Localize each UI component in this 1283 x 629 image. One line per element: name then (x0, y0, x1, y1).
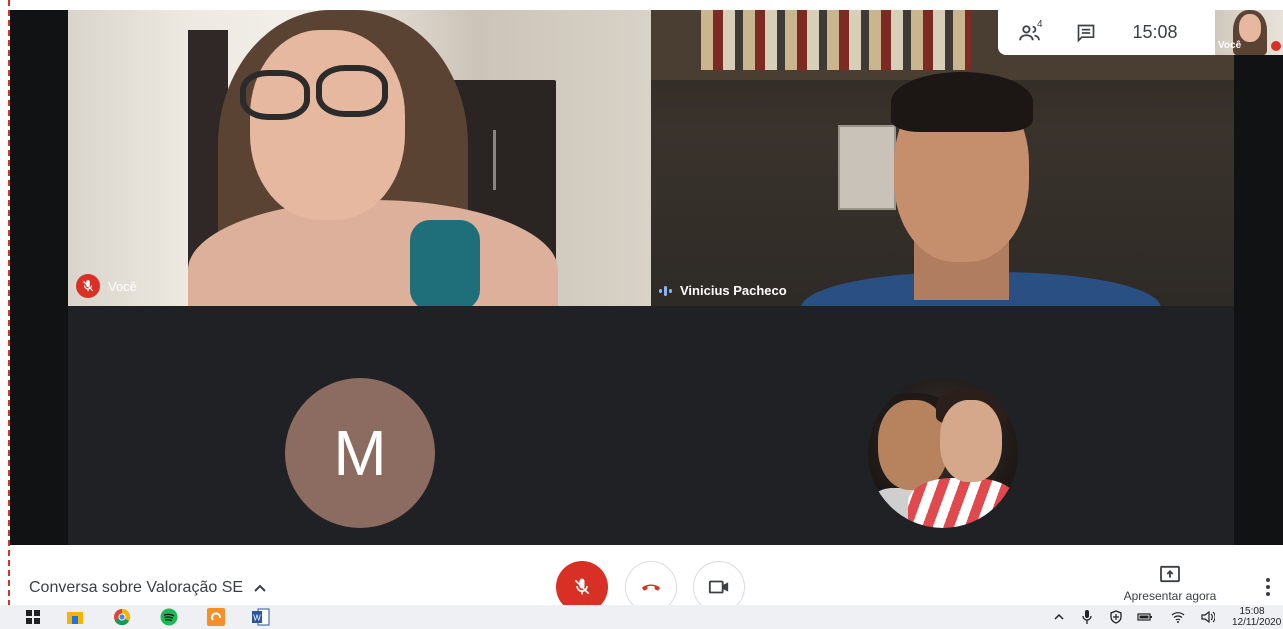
participant-count: 4 (1037, 19, 1043, 30)
present-now-button[interactable]: Apresentar agora (1110, 565, 1230, 603)
glasses-right-lens (316, 65, 388, 117)
participant-hair (891, 72, 1033, 132)
speaking-indicator-icon (659, 285, 672, 296)
background-books (701, 10, 971, 70)
background-poster (838, 125, 896, 210)
meeting-controls-bar: Conversa sobre Valoração SE Apresentar a… (10, 545, 1283, 613)
tray-overflow-chevron-icon[interactable] (1052, 608, 1066, 626)
tray-security-icon[interactable] (1108, 608, 1124, 626)
taskbar-time: 15:08 (1239, 606, 1265, 617)
self-view-label: Você (1218, 40, 1242, 51)
tile-name-row: Vinicius Pacheco (659, 283, 787, 298)
video-tile-self[interactable]: Você (68, 10, 651, 306)
app-orange-icon[interactable] (207, 608, 225, 626)
phone-hangup-icon (641, 584, 661, 591)
present-now-label: Apresentar agora (1123, 589, 1217, 603)
glasses-left-lens (240, 70, 310, 120)
present-screen-icon (1160, 565, 1180, 583)
wardrobe-handle (493, 130, 496, 190)
file-explorer-icon[interactable] (66, 608, 84, 626)
tray-volume-icon[interactable] (1200, 608, 1216, 626)
meet-window: Você Vinicius Pacheco M 4 15:08 Você Con… (0, 0, 1283, 629)
chat-button[interactable] (1062, 10, 1110, 55)
mic-off-icon (76, 274, 100, 298)
participant-top (410, 220, 480, 306)
meeting-details-toggle[interactable]: Conversa sobre Valoração SE (29, 579, 267, 597)
word-icon[interactable]: W (252, 608, 270, 626)
meeting-title: Conversa sobre Valoração SE (29, 579, 244, 596)
avatar-letter: M (333, 417, 387, 489)
stage-right-margin (1234, 10, 1283, 545)
chat-icon (1077, 24, 1095, 43)
chevron-up-icon (254, 584, 266, 592)
stage-left-margin (10, 10, 68, 545)
avatar-photo[interactable] (868, 378, 1018, 528)
top-info-panel: 4 15:08 Você (998, 10, 1283, 55)
video-camera-icon (708, 580, 729, 594)
svg-text:W: W (253, 614, 261, 623)
more-options-button[interactable] (1258, 575, 1278, 599)
spotify-icon[interactable] (160, 608, 178, 626)
taskbar-date: 12/11/2020 (1232, 617, 1282, 628)
taskbar-clock[interactable]: 15:08 12/11/2020 (1232, 606, 1283, 628)
tile-self-name: Você (108, 278, 137, 294)
avatar-m[interactable]: M (285, 378, 435, 528)
tile-remote-name: Vinicius Pacheco (680, 283, 787, 298)
tile-name-row: Você (76, 274, 137, 298)
people-button[interactable]: 4 (998, 10, 1062, 55)
tray-wifi-icon[interactable] (1170, 608, 1186, 626)
meeting-clock: 15:08 (1132, 22, 1178, 42)
chrome-icon[interactable] (113, 608, 131, 626)
self-view-thumbnail[interactable]: Você (1215, 10, 1283, 55)
mic-off-icon (574, 578, 590, 595)
windows-start-icon[interactable] (24, 608, 42, 626)
windows-taskbar: W 15:08 12/11/2020 (0, 605, 1283, 629)
participant-face (250, 30, 405, 220)
tray-microphone-icon[interactable] (1080, 608, 1094, 626)
more-vert-icon (1266, 578, 1270, 596)
tray-battery-icon[interactable] (1137, 608, 1153, 626)
mic-off-icon (1271, 41, 1281, 51)
